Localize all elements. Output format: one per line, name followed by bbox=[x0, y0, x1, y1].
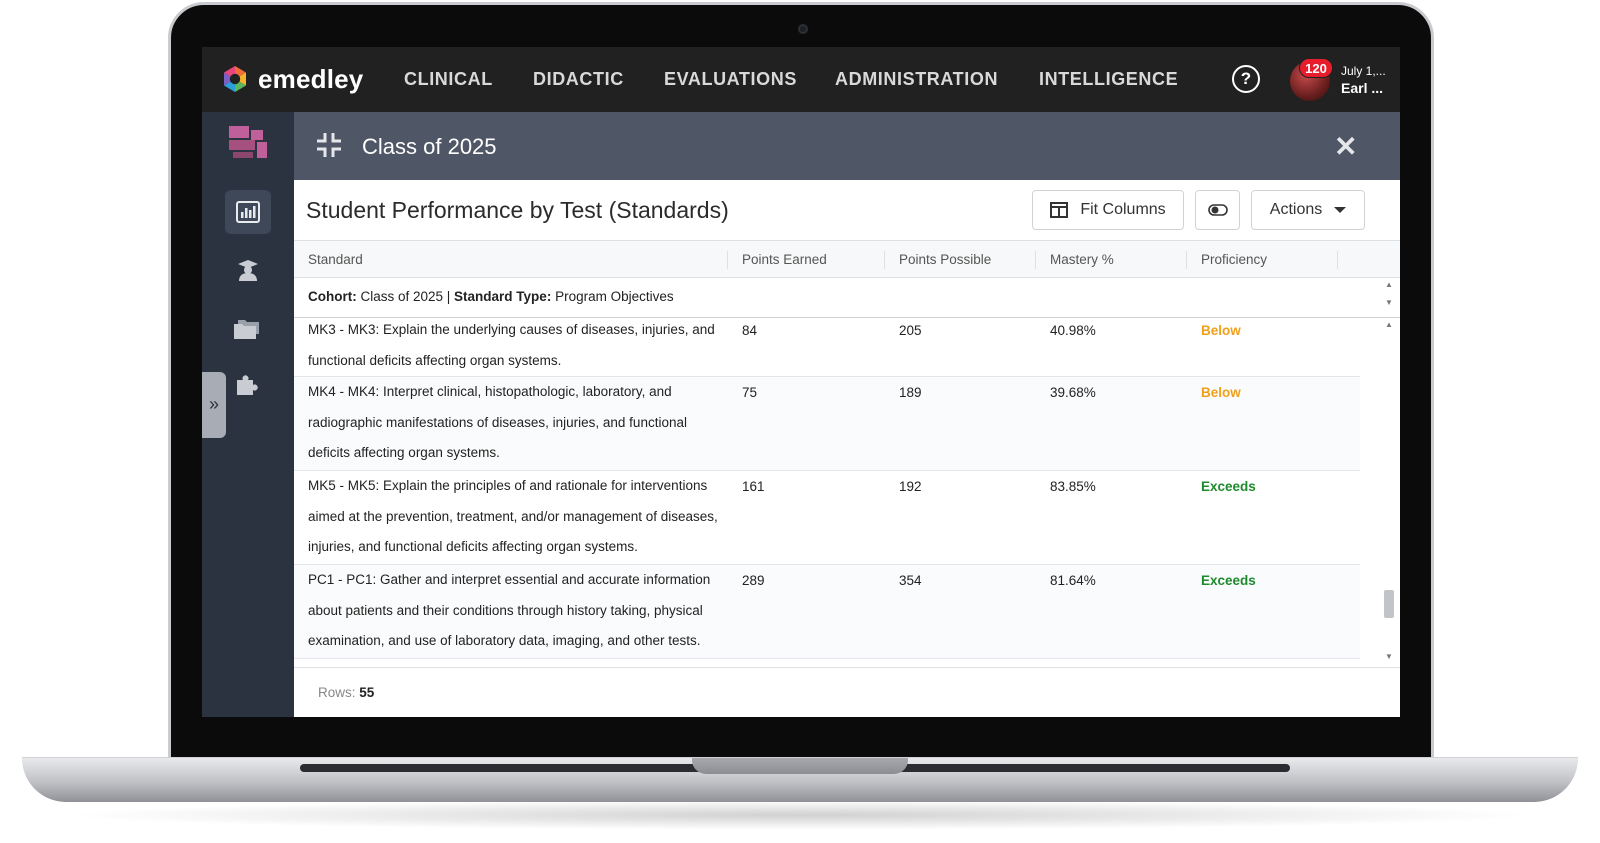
nav-didactic[interactable]: DIDACTIC bbox=[533, 69, 624, 90]
nav-administration[interactable]: ADMINISTRATION bbox=[835, 69, 998, 90]
left-sidebar: » bbox=[202, 112, 294, 717]
cell-points-possible: 354 bbox=[899, 573, 922, 588]
compress-icon[interactable] bbox=[316, 132, 342, 158]
brand-name: emedley bbox=[258, 63, 364, 94]
standard-type-label: Standard Type: bbox=[454, 289, 552, 304]
dashboard-logo-icon[interactable] bbox=[229, 126, 267, 160]
cell-standard: PC1 - PC1: Gather and interpret essentia… bbox=[308, 572, 711, 648]
rows-text: Rows: bbox=[318, 685, 356, 700]
group-row[interactable]: Cohort: Class of 2025 | Standard Type: P… bbox=[294, 278, 1400, 318]
sidebar-integrations-button[interactable] bbox=[225, 362, 271, 406]
grid-body: MK3 - MK3: Explain the underlying causes… bbox=[294, 319, 1360, 664]
grid-header: Standard Points Earned Points Possible M… bbox=[294, 240, 1400, 278]
actions-label: Actions bbox=[1269, 201, 1323, 218]
cell-points-possible: 205 bbox=[899, 323, 922, 338]
user-name[interactable]: Earl ... bbox=[1341, 80, 1383, 96]
cell-mastery: 81.64% bbox=[1050, 573, 1096, 588]
row-count: 55 bbox=[359, 685, 375, 700]
column-header-standard[interactable]: Standard bbox=[308, 252, 363, 267]
report-title: Student Performance by Test (Standards) bbox=[306, 197, 729, 223]
vertical-scrollbar[interactable]: ▲ ▼ ▲ ▼ bbox=[1382, 278, 1396, 664]
grid-footer: Rows: 55 bbox=[294, 667, 1400, 717]
column-divider[interactable] bbox=[1035, 251, 1036, 269]
standard-type-value: Program Objectives bbox=[551, 289, 674, 304]
toggle-icon bbox=[1207, 204, 1228, 216]
scroll-down-icon[interactable]: ▼ bbox=[1385, 298, 1393, 307]
cell-standard: MK4 - MK4: Interpret clinical, histopath… bbox=[308, 384, 687, 460]
cell-points-earned: 84 bbox=[742, 323, 758, 338]
column-divider[interactable] bbox=[727, 251, 728, 269]
cell-proficiency: Exceeds bbox=[1201, 573, 1256, 588]
close-icon[interactable]: ✕ bbox=[1334, 130, 1357, 163]
caret-down-icon bbox=[1334, 207, 1347, 213]
table-row[interactable]: MK3 - MK3: Explain the underlying causes… bbox=[294, 319, 1360, 377]
cell-proficiency: Below bbox=[1201, 385, 1241, 400]
cell-standard: MK5 - MK5: Explain the principles of and… bbox=[308, 478, 718, 554]
laptop-shadow bbox=[60, 800, 1540, 830]
column-divider[interactable] bbox=[1186, 251, 1187, 269]
cohort-label: Cohort: bbox=[308, 289, 357, 304]
graduate-icon bbox=[238, 260, 258, 281]
cell-proficiency: Exceeds bbox=[1201, 479, 1256, 494]
scroll-down-icon[interactable]: ▼ bbox=[1385, 652, 1393, 661]
panel-header: Class of 2025 ✕ bbox=[294, 112, 1400, 180]
cell-mastery: 40.98% bbox=[1050, 323, 1096, 338]
column-divider[interactable] bbox=[1337, 251, 1338, 269]
table-row[interactable]: MK5 - MK5: Explain the principles of and… bbox=[294, 471, 1360, 565]
columns-icon bbox=[1050, 202, 1069, 218]
nav-clinical[interactable]: CLINICAL bbox=[404, 69, 493, 90]
table-row[interactable]: MK4 - MK4: Interpret clinical, histopath… bbox=[294, 377, 1360, 471]
column-header-mastery[interactable]: Mastery % bbox=[1050, 252, 1114, 267]
column-header-points-earned[interactable]: Points Earned bbox=[742, 252, 827, 267]
top-navbar: emedley CLINICAL DIDACTIC EVALUATIONS AD… bbox=[202, 47, 1400, 112]
scroll-up-icon[interactable]: ▲ bbox=[1385, 320, 1393, 329]
cohort-value: Class of 2025 | bbox=[356, 289, 455, 304]
view-toggle-button[interactable] bbox=[1195, 190, 1240, 230]
scroll-up-icon[interactable]: ▲ bbox=[1385, 280, 1393, 289]
sidebar-files-button[interactable] bbox=[225, 306, 271, 350]
sidebar-students-button[interactable] bbox=[225, 248, 271, 292]
brand-logo[interactable]: emedley bbox=[220, 63, 363, 95]
laptop-notch bbox=[692, 758, 908, 774]
actions-dropdown[interactable]: Actions bbox=[1251, 190, 1365, 230]
cell-points-earned: 289 bbox=[742, 573, 765, 588]
emedley-logo-icon bbox=[224, 66, 246, 92]
app-screen: emedley CLINICAL DIDACTIC EVALUATIONS AD… bbox=[202, 47, 1400, 717]
cell-points-earned: 75 bbox=[742, 385, 758, 400]
cell-proficiency: Below bbox=[1201, 323, 1241, 338]
column-header-points-possible[interactable]: Points Possible bbox=[899, 252, 991, 267]
cell-mastery: 39.68% bbox=[1050, 385, 1096, 400]
cell-standard: MK3 - MK3: Explain the underlying causes… bbox=[308, 322, 715, 368]
table-row[interactable]: PC1 - PC1: Gather and interpret essentia… bbox=[294, 565, 1360, 659]
group-label: Cohort: Class of 2025 | Standard Type: P… bbox=[308, 289, 674, 304]
camera-icon bbox=[798, 24, 808, 34]
sidebar-reports-button[interactable] bbox=[225, 190, 271, 234]
report-card: Student Performance by Test (Standards) … bbox=[294, 180, 1400, 717]
puzzle-icon bbox=[237, 375, 258, 395]
panel-title: Class of 2025 bbox=[362, 134, 497, 159]
notification-badge[interactable]: 120 bbox=[1299, 58, 1333, 78]
nav-intelligence[interactable]: INTELLIGENCE bbox=[1039, 69, 1178, 90]
folders-icon bbox=[234, 320, 259, 339]
fit-columns-button[interactable]: Fit Columns bbox=[1032, 190, 1184, 230]
nav-evaluations[interactable]: EVALUATIONS bbox=[664, 69, 797, 90]
help-icon[interactable]: ? bbox=[1232, 65, 1260, 93]
column-header-proficiency[interactable]: Proficiency bbox=[1201, 252, 1267, 267]
cell-mastery: 83.85% bbox=[1050, 479, 1096, 494]
scrollbar-thumb[interactable] bbox=[1384, 590, 1394, 618]
fit-columns-label: Fit Columns bbox=[1080, 201, 1166, 218]
user-date: July 1,... bbox=[1341, 64, 1386, 78]
chart-icon bbox=[236, 201, 260, 223]
cell-points-earned: 161 bbox=[742, 479, 765, 494]
cell-points-possible: 189 bbox=[899, 385, 922, 400]
row-count-label: Rows: 55 bbox=[318, 685, 374, 700]
cell-points-possible: 192 bbox=[899, 479, 922, 494]
column-divider[interactable] bbox=[884, 251, 885, 269]
double-chevron-right-icon[interactable]: » bbox=[202, 372, 226, 438]
